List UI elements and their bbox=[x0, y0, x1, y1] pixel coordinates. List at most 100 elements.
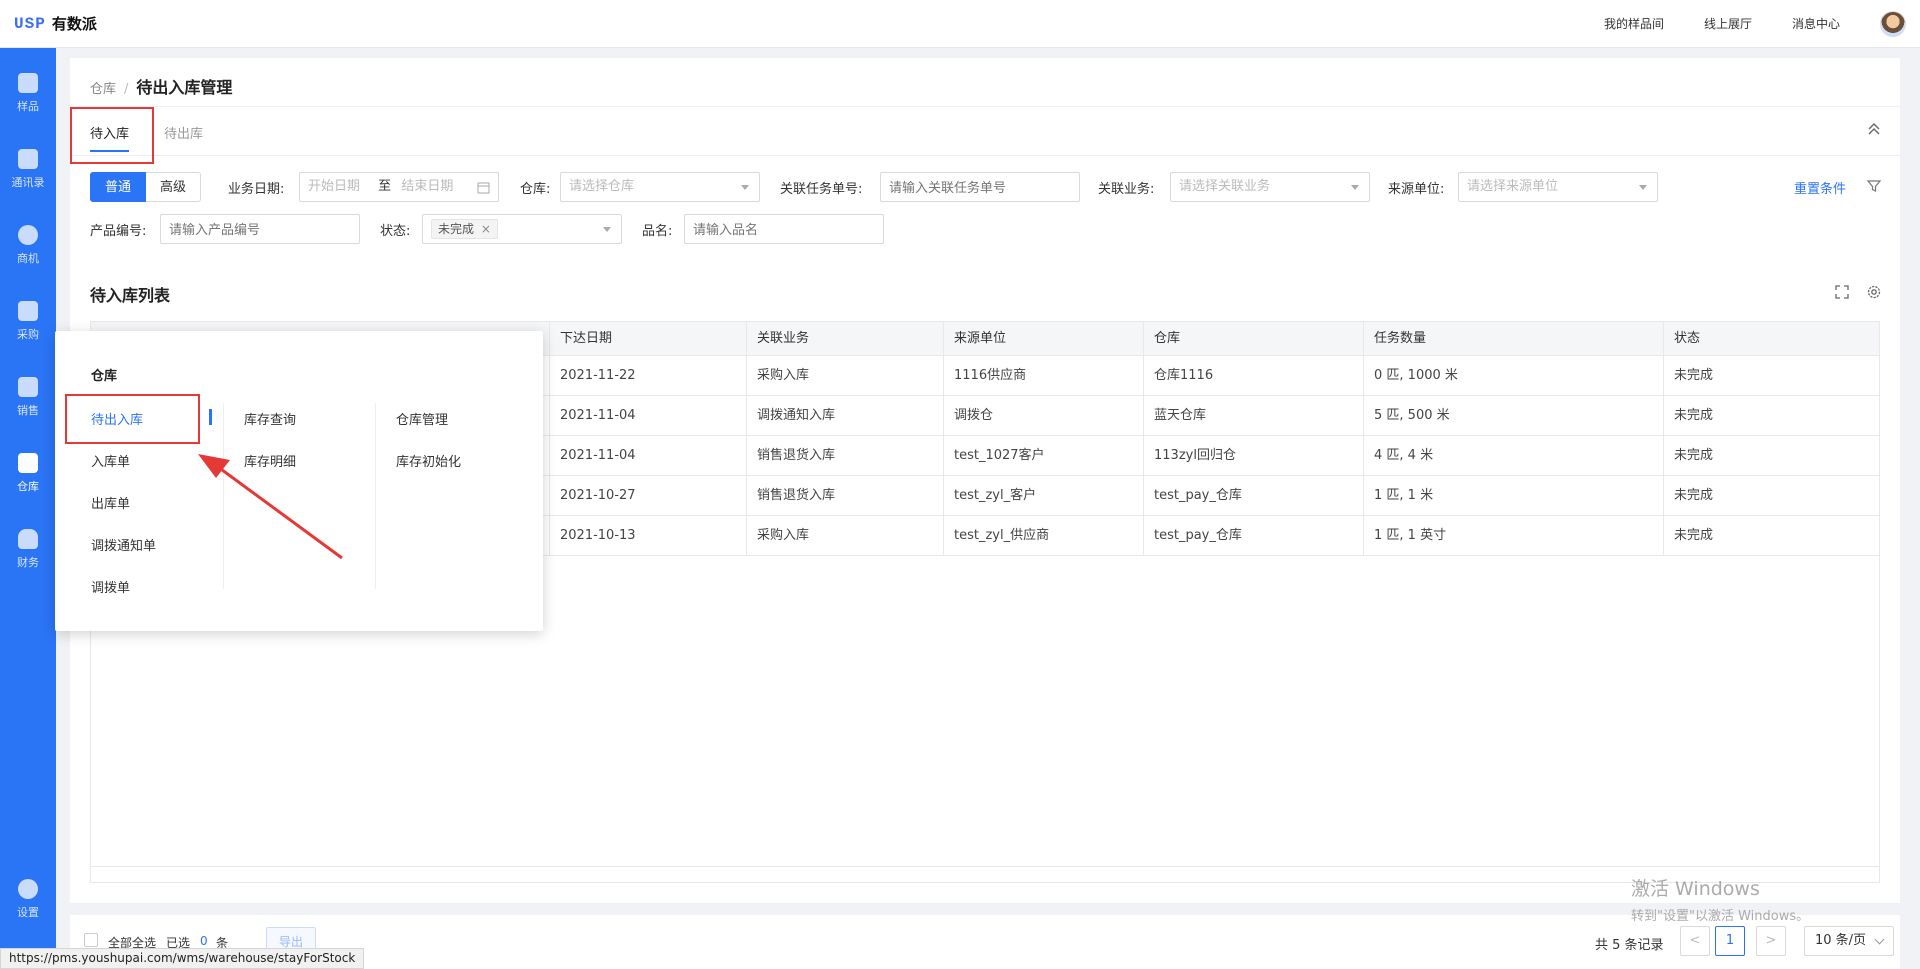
gear-icon[interactable] bbox=[1866, 284, 1882, 300]
avatar[interactable] bbox=[1880, 10, 1906, 37]
related-biz-cell: 采购入库 bbox=[746, 356, 943, 396]
issue-date-cell: 2021-11-04 bbox=[549, 396, 746, 436]
mode-normal-button[interactable]: 普通 bbox=[90, 172, 147, 202]
logo[interactable]: USP 有数派 bbox=[14, 13, 97, 34]
sidebar-item-warehouse[interactable]: 仓库 bbox=[0, 442, 56, 504]
menu-item-outbound-order[interactable]: 出库单 bbox=[91, 493, 130, 512]
sidebar-item-sales[interactable]: 销售 bbox=[0, 366, 56, 428]
biz-date-label: 业务日期: bbox=[228, 182, 285, 197]
column-header[interactable]: 仓库 bbox=[1143, 322, 1363, 356]
next-page-button[interactable]: > bbox=[1756, 926, 1786, 956]
start-date-placeholder: 开始日期 bbox=[308, 179, 361, 194]
annotation-box-menu-item bbox=[65, 394, 200, 444]
breadcrumb: 仓库 / 待出入库管理 bbox=[90, 74, 232, 98]
windows-activation-watermark: 激活 Windows 转到"设置"以激活 Windows。 bbox=[1631, 874, 1809, 924]
warehouse-placeholder: 请选择仓库 bbox=[569, 179, 635, 194]
task-qty-cell: 0 匹, 1000 米 bbox=[1363, 356, 1663, 396]
column-header[interactable]: 关联业务 bbox=[746, 322, 943, 356]
filter-panel: 普通 高级 业务日期: 开始日期 至 结束日期 仓库: 请选择仓库 关联任务单号… bbox=[70, 158, 1900, 263]
issue-date-cell: 2021-11-04 bbox=[549, 436, 746, 476]
sidebar-item-purchase[interactable]: 采购 bbox=[0, 290, 56, 352]
menu-item-transfer-notice[interactable]: 调拨通知单 bbox=[91, 535, 156, 554]
source-unit-cell: test_zyl_客户 bbox=[943, 476, 1143, 516]
sidebar-item-opportunity[interactable]: 商机 bbox=[0, 214, 56, 276]
page-1-button[interactable]: 1 bbox=[1715, 926, 1745, 956]
source-unit-select[interactable]: 请选择来源单位 bbox=[1458, 172, 1658, 202]
table-footer bbox=[91, 866, 1879, 882]
sidebar-item-label: 仓库 bbox=[17, 479, 39, 493]
purchase-icon bbox=[18, 300, 38, 321]
sample-icon bbox=[18, 72, 38, 93]
mode-advanced-button[interactable]: 高级 bbox=[146, 172, 202, 202]
reset-filters-link[interactable]: 重置条件 bbox=[1794, 178, 1846, 197]
tabs: 待入库 待出库 bbox=[70, 106, 1900, 156]
product-name-input[interactable] bbox=[684, 214, 884, 244]
sidebar-item-label: 商机 bbox=[17, 251, 39, 265]
issue-date-cell: 2021-10-27 bbox=[549, 476, 746, 516]
product-no-input[interactable] bbox=[160, 214, 360, 244]
biz-date-range[interactable]: 开始日期 至 结束日期 bbox=[299, 172, 499, 202]
filter-mode-toggle: 普通 高级 bbox=[90, 172, 202, 202]
close-icon[interactable]: × bbox=[481, 222, 491, 236]
select-all-checkbox[interactable] bbox=[84, 933, 98, 947]
breadcrumb-parent[interactable]: 仓库 bbox=[90, 78, 116, 97]
product-name-label: 品名: bbox=[642, 224, 673, 239]
menu-item-inbound-order[interactable]: 入库单 bbox=[91, 451, 130, 470]
logo-name: 有数派 bbox=[51, 15, 97, 33]
status-tag-label: 未完成 bbox=[438, 222, 475, 236]
sidebar-item-label: 设置 bbox=[17, 905, 39, 919]
column-header[interactable]: 状态 bbox=[1663, 322, 1881, 356]
source-unit-label: 来源单位: bbox=[1388, 182, 1445, 197]
collapse-icon[interactable] bbox=[1866, 121, 1882, 137]
end-date-placeholder: 结束日期 bbox=[401, 179, 454, 194]
my-sample-room-link[interactable]: 我的样品间 bbox=[1604, 15, 1664, 32]
column-header[interactable]: 任务数量 bbox=[1363, 322, 1663, 356]
fullscreen-icon[interactable] bbox=[1834, 284, 1850, 300]
online-showroom-link[interactable]: 线上展厅 bbox=[1704, 15, 1752, 32]
sidebar-item-sample[interactable]: 样品 bbox=[0, 62, 56, 124]
menu-item-warehouse-management[interactable]: 仓库管理 bbox=[396, 409, 448, 428]
chevron-down-icon bbox=[1874, 934, 1885, 945]
column-header[interactable]: 来源单位 bbox=[943, 322, 1143, 356]
message-center-link[interactable]: 消息中心 bbox=[1792, 15, 1840, 32]
sidebar-item-label: 销售 bbox=[17, 403, 39, 417]
related-biz-select[interactable]: 请选择关联业务 bbox=[1170, 172, 1370, 202]
column-header[interactable]: 下达日期 bbox=[549, 322, 746, 356]
calendar-icon bbox=[477, 182, 490, 194]
chevron-down-icon bbox=[1639, 185, 1647, 190]
top-links: 我的样品间 线上展厅 消息中心 bbox=[1604, 10, 1920, 37]
page-size-select[interactable]: 10 条/页 bbox=[1804, 926, 1894, 956]
sidebar-item-label: 采购 bbox=[17, 327, 39, 341]
task-qty-cell: 5 匹, 500 米 bbox=[1363, 396, 1663, 436]
sidebar-item-finance[interactable]: 财务 bbox=[0, 518, 56, 580]
status-cell: 未完成 bbox=[1663, 356, 1881, 396]
logo-mark: USP bbox=[14, 14, 46, 33]
task-qty-cell: 4 匹, 4 米 bbox=[1363, 436, 1663, 476]
sidebar-item-contacts[interactable]: 通讯录 bbox=[0, 138, 56, 200]
warehouse-select[interactable]: 请选择仓库 bbox=[560, 172, 760, 202]
issue-date-cell: 2021-10-13 bbox=[549, 516, 746, 556]
date-to: 至 bbox=[378, 179, 392, 194]
task-no-input[interactable] bbox=[880, 172, 1080, 202]
prev-page-button[interactable]: < bbox=[1680, 926, 1710, 956]
warehouse-cell: 113zyl回归仓 bbox=[1143, 436, 1363, 476]
related-biz-cell: 调拨通知入库 bbox=[746, 396, 943, 436]
list-tools bbox=[1834, 284, 1882, 300]
menu-item-stock-initialization[interactable]: 库存初始化 bbox=[396, 451, 461, 470]
sidebar-item-label: 通讯录 bbox=[11, 175, 45, 189]
opportunity-icon bbox=[18, 224, 38, 245]
sidebar-item-settings[interactable]: 设置 bbox=[0, 868, 56, 930]
related-biz-cell: 销售退货入库 bbox=[746, 436, 943, 476]
status-select[interactable]: 未完成 × bbox=[422, 214, 622, 244]
source-unit-cell: 1116供应商 bbox=[943, 356, 1143, 396]
tab-pending-outbound[interactable]: 待出库 bbox=[164, 123, 203, 142]
browser-status-url: https://pms.youshupai.com/wms/warehouse/… bbox=[0, 948, 365, 969]
annotation-box-tab bbox=[70, 107, 154, 164]
related-biz-cell: 采购入库 bbox=[746, 516, 943, 556]
filter-icon[interactable] bbox=[1866, 178, 1882, 194]
annotation-arrow-icon bbox=[198, 454, 343, 560]
menu-item-transfer-order[interactable]: 调拨单 bbox=[91, 577, 130, 596]
chevron-down-icon bbox=[741, 185, 749, 190]
chevron-down-icon bbox=[603, 227, 611, 232]
menu-item-stock-query[interactable]: 库存查询 bbox=[244, 409, 296, 428]
